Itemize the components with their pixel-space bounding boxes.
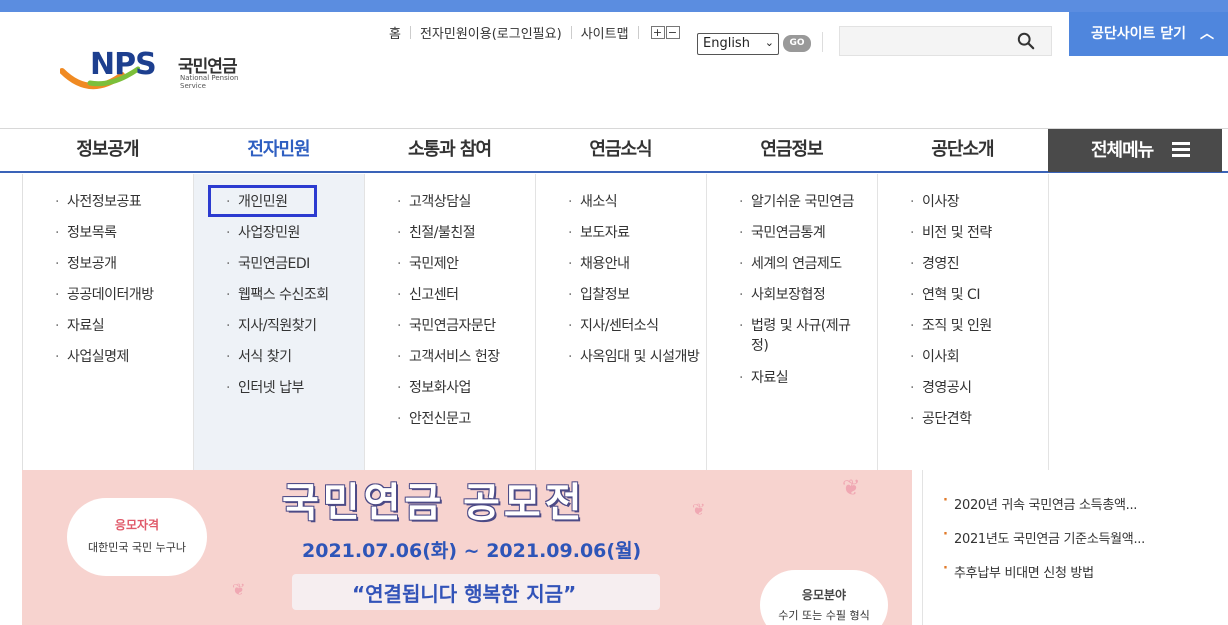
category-heading: 응모분야 [801,588,847,602]
submenu-item[interactable]: 자료실 [23,316,193,347]
submenu-column-pension-info: 알기쉬운 국민연금 국민연금통계 세계의 연금제도 사회보장협정 법령 및 사규… [707,174,878,470]
civil-service-login-link[interactable]: 전자민원이용(로그인필요) [411,23,571,42]
top-accent-bar [0,0,1228,12]
submenu-item[interactable]: 국민연금EDI [194,254,364,285]
submenu-item[interactable]: 정보화사업 [365,378,535,409]
submenu-column-e-civil-service: 개인민원 사업장민원 국민연금EDI 웹팩스 수신조회 지사/직원찾기 서식 찾… [194,174,365,470]
submenu-item[interactable]: 사전정보공표 [23,192,193,223]
submenu-item[interactable]: 지사/직원찾기 [194,316,364,347]
eligibility-text: 대한민국 국민 누구나 [87,541,187,554]
submenu-item[interactable]: 경영공시 [878,378,1048,409]
mega-menu-dropdown: 사전정보공표 정보목록 정보공개 공공데이터개방 자료실 사업실명제 개인민원 … [22,174,1049,470]
nps-logo[interactable]: NPS 국민연금 National Pension Service [60,47,260,107]
category-text: 수기 또는 수필 형식 [778,609,870,622]
divider [822,32,823,52]
gnb-item-e-civil-service[interactable]: 전자민원 [193,129,364,172]
submenu-column-communication: 고객상담실 친절/불친절 국민제안 신고센터 국민연금자문단 고객서비스 헌장 … [365,174,536,470]
submenu-item[interactable]: 사옥임대 및 시설개방 [536,347,706,378]
all-menu-label: 전체메뉴 [1091,140,1154,161]
close-site-label: 공단사이트 닫기 [1091,26,1187,42]
butterfly-icon: ❦ [842,476,861,501]
submenu-item[interactable]: 세계의 연금제도 [707,254,877,285]
eligibility-bubble: 응모자격 대한민국 국민 누구나 [67,498,207,576]
submenu-item[interactable]: 조직 및 인원 [878,316,1048,347]
submenu-item[interactable]: 국민연금통계 [707,223,877,254]
submenu-item[interactable]: 이사장 [878,192,1048,223]
logo-letters: NPS [90,47,157,82]
gnb-item-info-disclosure[interactable]: 정보공개 [22,129,193,172]
submenu-item[interactable]: 고객서비스 헌장 [365,347,535,378]
submenu-item[interactable]: 채용안내 [536,254,706,285]
language-go-button[interactable]: GO [783,35,811,52]
submenu-item[interactable]: 새소식 [536,192,706,223]
submenu-item[interactable]: 신고센터 [365,285,535,316]
submenu-item[interactable]: 연혁 및 CI [878,285,1048,316]
language-select[interactable]: English ⌄ [697,33,779,55]
submenu-item[interactable]: 공공데이터개방 [23,285,193,316]
gnb-item-pension-info[interactable]: 연금정보 [706,129,877,172]
submenu-item[interactable]: 알기쉬운 국민연금 [707,192,877,223]
submenu-item[interactable]: 친절/불친절 [365,223,535,254]
butterfly-icon: ❦ [692,500,706,519]
submenu-item[interactable]: 비전 및 전략 [878,223,1048,254]
submenu-item[interactable]: 서식 찾기 [194,347,364,378]
focus-highlight-box [208,185,317,217]
logo-english-name: National Pension Service [180,74,239,90]
submenu-item[interactable]: 공단견학 [878,409,1048,440]
submenu-column-about: 이사장 비전 및 전략 경영진 연혁 및 CI 조직 및 인원 이사회 경영공시… [878,174,1049,470]
submenu-item[interactable]: 이사회 [878,347,1048,378]
font-decrease-button[interactable]: − [665,25,680,39]
submenu-item[interactable]: 입찰정보 [536,285,706,316]
main-navigation: 정보공개 전자민원 소통과 참여 연금소식 연금정보 공단소개 전체메뉴 [0,128,1228,173]
divider [637,25,639,39]
submenu-item[interactable]: 사업장민원 [194,223,364,254]
close-site-button[interactable]: 공단사이트 닫기 ︿ [1069,12,1228,56]
language-selected-value: English [703,36,750,51]
submenu-item[interactable]: 보도자료 [536,223,706,254]
submenu-item[interactable]: 자료실 [707,368,877,399]
butterfly-icon: ❦ [232,580,246,599]
submenu-item[interactable]: 법령 및 사규(제규정) [707,316,867,368]
submenu-item[interactable]: 국민연금자문단 [365,316,535,347]
search-input[interactable] [839,26,1052,56]
banner-slogan: “연결됩니다 행복한 지금” [352,582,577,606]
category-bubble: 응모분야 수기 또는 수필 형식 [760,570,888,625]
sitemap-link[interactable]: 사이트맵 [572,23,638,42]
news-item[interactable]: 2020년 귀속 국민연금 소득총액... [943,493,1145,528]
gnb-item-about[interactable]: 공단소개 [877,129,1048,172]
home-link[interactable]: 홈 [380,23,410,42]
submenu-column-info-disclosure: 사전정보공표 정보목록 정보공개 공공데이터개방 자료실 사업실명제 [23,174,194,470]
submenu-item[interactable]: 정보공개 [23,254,193,285]
submenu-item[interactable]: 경영진 [878,254,1048,285]
chevron-up-icon: ︿ [1200,26,1214,42]
hamburger-icon [1172,142,1190,158]
news-panel: 2020년 귀속 국민연금 소득총액... 2021년도 국민연금 기준소득월액… [922,470,1228,625]
utility-links: 홈 전자민원이용(로그인필요) 사이트맵 + − [380,22,700,42]
submenu-item[interactable]: 사업실명제 [23,347,193,378]
submenu-item[interactable]: 정보목록 [23,223,193,254]
news-item[interactable]: 추후납부 비대면 신청 방법 [943,561,1145,596]
news-item[interactable]: 2021년도 국민연금 기준소득월액... [943,527,1145,562]
all-menu-button[interactable]: 전체메뉴 [1048,129,1222,172]
eligibility-heading: 응모자격 [114,518,160,532]
chevron-down-icon: ⌄ [764,36,774,49]
submenu-item[interactable]: 지사/센터소식 [536,316,706,347]
submenu-item[interactable]: 안전신문고 [365,409,535,440]
submenu-item[interactable]: 사회보장협정 [707,285,877,316]
search-icon[interactable] [1017,32,1035,50]
banner-date: 2021.07.06(화) ~ 2021.09.06(월) [302,540,642,562]
submenu-column-pension-news: 새소식 보도자료 채용안내 입찰정보 지사/센터소식 사옥임대 및 시설개방 [536,174,707,470]
gnb-item-pension-news[interactable]: 연금소식 [535,129,706,172]
gnb-item-communication[interactable]: 소통과 참여 [364,129,535,172]
submenu-item[interactable]: 국민제안 [365,254,535,285]
submenu-item[interactable]: 인터넷 납부 [194,378,364,409]
banner-title: 국민연금 공모전 [282,480,586,526]
submenu-item[interactable]: 고객상담실 [365,192,535,223]
submenu-item[interactable]: 웹팩스 수신조회 [194,285,364,316]
font-increase-button[interactable]: + [650,25,665,39]
font-size-controls: + − [650,25,680,39]
contest-banner[interactable]: ❦ ❦ ❦ 국민연금 공모전 2021.07.06(화) ~ 2021.09.0… [22,470,912,625]
